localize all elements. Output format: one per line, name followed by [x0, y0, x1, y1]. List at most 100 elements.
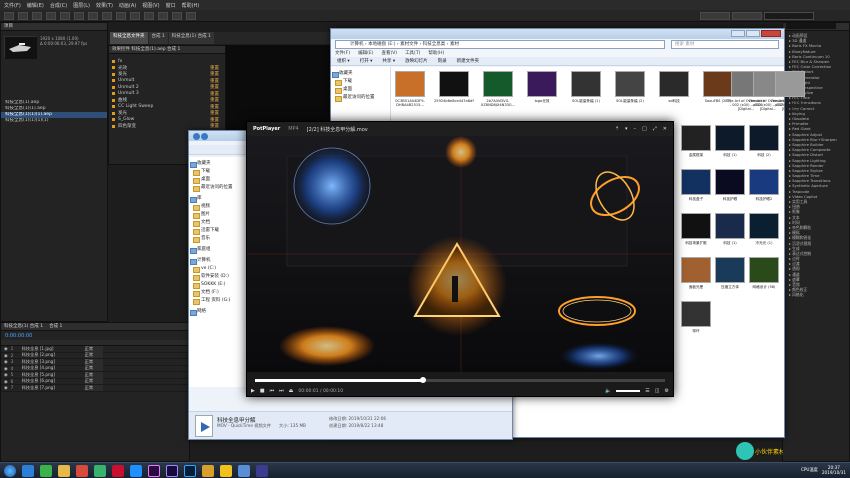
- effect-toggle-icon[interactable]: [112, 124, 115, 128]
- volume-icon[interactable]: 🔈: [605, 388, 611, 394]
- clone-tool-icon[interactable]: [158, 11, 168, 20]
- visibility-icon[interactable]: ◉: [4, 359, 8, 364]
- file-thumbnail[interactable]: [749, 125, 779, 151]
- folder-icon[interactable]: [58, 464, 70, 477]
- brush-tool-icon[interactable]: [144, 11, 154, 20]
- effect-toggle-icon[interactable]: [112, 111, 115, 115]
- layer-mode-select[interactable]: 正常: [84, 378, 103, 385]
- ae-menu-7[interactable]: 窗口: [166, 2, 176, 9]
- nav-item[interactable]: 文档 (F:): [189, 289, 247, 297]
- search-input[interactable]: 搜索 素材: [671, 40, 779, 49]
- pen-tool-icon[interactable]: [116, 11, 126, 20]
- nav-item[interactable]: ve (C:): [189, 265, 247, 273]
- seek-bar-handle[interactable]: [420, 377, 427, 383]
- seek-bar[interactable]: [255, 377, 665, 383]
- stop-icon[interactable]: ■: [260, 388, 265, 394]
- effect-category[interactable]: ▸ 风格化: [783, 292, 849, 297]
- explorer-menu-3[interactable]: 工具(T): [405, 50, 420, 57]
- clock[interactable]: 20:37 2019/10/31: [822, 465, 846, 475]
- workspace-default-button[interactable]: [700, 12, 730, 20]
- file-thumbnail[interactable]: [749, 169, 779, 195]
- effect-toggle-icon[interactable]: [112, 79, 115, 83]
- home-icon[interactable]: [4, 11, 14, 20]
- volume-slider[interactable]: [616, 390, 641, 392]
- nav-item[interactable]: 网络: [189, 308, 247, 316]
- pan-behind-tool-icon[interactable]: [88, 11, 98, 20]
- visibility-icon[interactable]: ◉: [4, 346, 8, 351]
- explorer-menu-1[interactable]: 编辑(E): [358, 50, 373, 57]
- maximize-icon[interactable]: □: [642, 126, 647, 132]
- effect-toggle-icon[interactable]: [112, 118, 115, 122]
- file-thumbnail[interactable]: [715, 125, 745, 151]
- nav-item[interactable]: 最近访问的位置: [189, 184, 247, 192]
- play-icon[interactable]: ▶: [251, 388, 255, 394]
- rotate-tool-icon[interactable]: [60, 11, 70, 20]
- effect-row[interactable]: 四色渐变 重置: [109, 123, 225, 130]
- close-icon[interactable]: ✕: [663, 126, 667, 132]
- explorer-cmd-2[interactable]: 共享 ▾: [382, 58, 395, 64]
- nav-item[interactable]: 最近访问的位置: [331, 94, 390, 102]
- workspace-standard-button[interactable]: [732, 12, 762, 20]
- explorer-menu-0[interactable]: 文件(F): [335, 50, 350, 57]
- chrome-icon[interactable]: [76, 464, 88, 477]
- search-help-input[interactable]: [764, 12, 814, 20]
- file-thumbnail[interactable]: [749, 213, 779, 239]
- wechat-icon[interactable]: [40, 464, 52, 477]
- explorer-cmd-5[interactable]: 新建文件夹: [457, 58, 480, 64]
- open-icon[interactable]: ⏏: [289, 388, 294, 394]
- premiere-icon[interactable]: [148, 464, 160, 477]
- effect-toggle-icon[interactable]: [112, 92, 115, 96]
- nav-item[interactable]: 桌面: [331, 86, 390, 94]
- nav-item[interactable]: 桌面: [189, 176, 247, 184]
- file-thumbnail[interactable]: [775, 71, 805, 97]
- text-tool-icon[interactable]: [130, 11, 140, 20]
- nav-item[interactable]: 视频: [189, 203, 247, 211]
- video-frame[interactable]: [247, 136, 673, 372]
- explorer-cmd-3[interactable]: 放映幻灯片: [405, 58, 428, 64]
- shape-tool-icon[interactable]: [102, 11, 112, 20]
- nav-item[interactable]: 计算机: [189, 257, 247, 265]
- playlist-icon[interactable]: ☰: [645, 388, 649, 394]
- back-button[interactable]: [193, 133, 200, 140]
- browser-icon[interactable]: [22, 464, 34, 477]
- search-effects-input[interactable]: [786, 23, 836, 29]
- effect-toggle-icon[interactable]: [112, 98, 115, 102]
- minimize-button[interactable]: [731, 30, 745, 37]
- potplayer-logo[interactable]: PotPlayer: [253, 126, 280, 132]
- app-green-icon[interactable]: [94, 464, 106, 477]
- ae-menu-1[interactable]: 编辑(E): [27, 2, 44, 9]
- nav-item[interactable]: 音乐: [189, 235, 247, 243]
- nav-item[interactable]: 软件安装 (D:): [189, 273, 247, 281]
- eraser-tool-icon[interactable]: [172, 11, 182, 20]
- explorer-task-icon[interactable]: [238, 464, 250, 477]
- comp-tab-1[interactable]: 合成 1: [148, 32, 168, 44]
- close-button[interactable]: [761, 30, 781, 37]
- project-item[interactable]: 科技全息(1)(1)(1)(1): [1, 118, 107, 124]
- media-icon[interactable]: [202, 464, 214, 477]
- effect-reset-link[interactable]: 重置: [210, 71, 219, 77]
- visibility-icon[interactable]: ◉: [4, 372, 8, 377]
- file-thumbnail[interactable]: [681, 125, 711, 151]
- layer-mode-select[interactable]: 正常: [84, 345, 103, 352]
- visibility-icon[interactable]: ◉: [4, 353, 8, 358]
- pin-icon[interactable]: ⇡: [615, 126, 619, 132]
- effect-reset-link[interactable]: 重置: [210, 104, 219, 110]
- effect-toggle-icon[interactable]: [112, 66, 115, 70]
- minimize-icon[interactable]: –: [634, 126, 637, 132]
- layer-mode-select[interactable]: 正常: [84, 352, 103, 359]
- layer-mode-select[interactable]: 正常: [84, 365, 103, 372]
- explorer-cmd-0[interactable]: 组织 ▾: [337, 58, 350, 64]
- effect-toggle-icon[interactable]: [112, 59, 115, 63]
- explorer-menu-4[interactable]: 帮助(H): [428, 50, 444, 57]
- effect-toggle-icon[interactable]: [112, 85, 115, 89]
- effect-reset-link[interactable]: 重置: [210, 78, 219, 84]
- ae-task-icon[interactable]: [256, 464, 268, 477]
- file-thumbnail[interactable]: [483, 71, 513, 97]
- file-thumbnail[interactable]: [615, 71, 645, 97]
- after-effects-icon[interactable]: [166, 464, 178, 477]
- nav-item[interactable]: 下载: [331, 78, 390, 86]
- explorer-cmd-4[interactable]: 刻录: [438, 58, 447, 64]
- ae-menu-4[interactable]: 效果(T): [96, 2, 113, 9]
- effect-toggle-icon[interactable]: [112, 72, 115, 76]
- timeline-current-time[interactable]: 0:00:00:00: [1, 331, 189, 340]
